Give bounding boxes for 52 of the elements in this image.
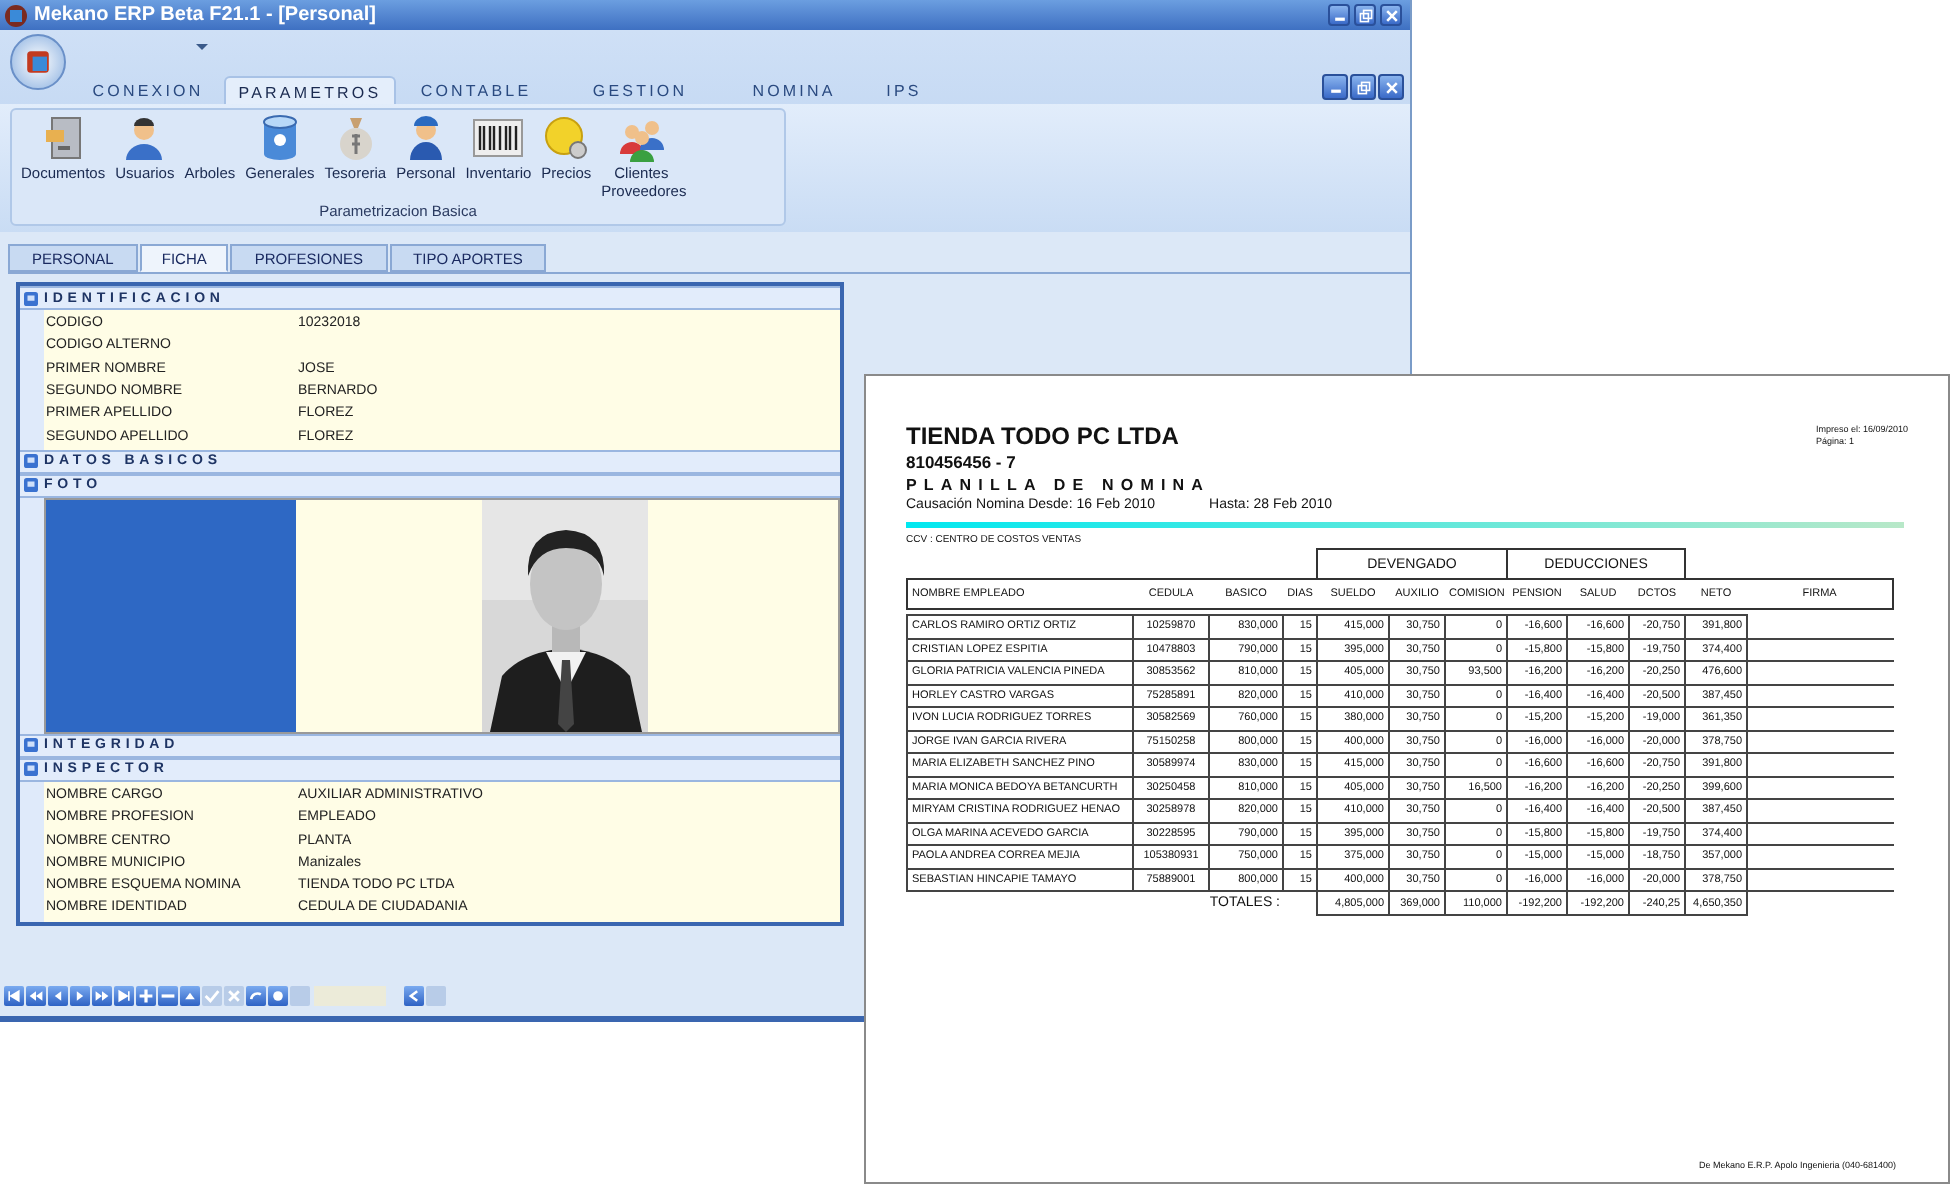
chevron-left-icon	[406, 987, 422, 1003]
nav-button[interactable]	[158, 985, 178, 1005]
nav-button[interactable]	[4, 985, 24, 1005]
ribbon-tab[interactable]: NOMINA	[724, 76, 864, 104]
window-title: Mekano ERP Beta F21.1 - [Personal]	[34, 4, 376, 26]
tax-id: 810456456 - 7	[906, 450, 1018, 474]
app-menu-button[interactable]	[10, 34, 66, 90]
expand-icon[interactable]	[24, 291, 38, 305]
ribbon-tab[interactable]: PARAMETROS	[224, 76, 396, 104]
nav-button[interactable]	[268, 985, 288, 1005]
cross-icon	[226, 987, 242, 1003]
coin-icon	[542, 114, 591, 162]
report-title: PLANILLA DE NOMINA	[906, 474, 1213, 497]
nav-button[interactable]	[48, 985, 68, 1005]
ribbon-tab[interactable]: IPS	[864, 76, 944, 104]
restore-icon	[1357, 7, 1373, 23]
up-triangle-icon	[182, 987, 198, 1003]
nav-button[interactable]	[70, 985, 90, 1005]
double-right-icon	[94, 987, 110, 1003]
nav-button[interactable]	[26, 985, 46, 1005]
nav-button[interactable]	[114, 985, 134, 1005]
close-button[interactable]	[1380, 4, 1402, 26]
double-left-icon	[28, 987, 44, 1003]
minimize-button[interactable]	[1322, 74, 1348, 100]
nav-button[interactable]	[136, 985, 156, 1005]
check-icon	[204, 987, 220, 1003]
barcode-icon	[470, 114, 527, 162]
close-icon	[1383, 79, 1399, 95]
caret-icon[interactable]	[194, 38, 210, 54]
close-button[interactable]	[1378, 74, 1404, 100]
nav-button[interactable]	[180, 985, 200, 1005]
plus-icon	[138, 987, 154, 1003]
restore-icon	[1355, 79, 1371, 95]
restore-button[interactable]	[1350, 74, 1376, 100]
minimize-button[interactable]	[1328, 4, 1350, 26]
record-field[interactable]	[314, 985, 386, 1005]
right-triangle-icon	[72, 987, 88, 1003]
close-icon	[1383, 7, 1399, 23]
ribbon-tab[interactable]: GESTION	[556, 76, 724, 104]
app-icon	[4, 3, 28, 27]
nav-button[interactable]	[246, 985, 266, 1005]
collapse-button[interactable]	[404, 985, 424, 1005]
first-icon	[6, 987, 22, 1003]
company-name: TIENDA TODO PC LTDA	[906, 424, 1181, 450]
restore-button[interactable]	[1354, 4, 1376, 26]
ribbon-tab[interactable]: CONTABLE	[396, 76, 556, 104]
ribbon-tab[interactable]: CONEXION	[72, 76, 224, 104]
last-icon	[116, 987, 132, 1003]
nav-button[interactable]	[92, 985, 112, 1005]
left-triangle-icon	[50, 987, 66, 1003]
dot-icon	[270, 987, 286, 1003]
refresh-icon	[248, 987, 264, 1003]
